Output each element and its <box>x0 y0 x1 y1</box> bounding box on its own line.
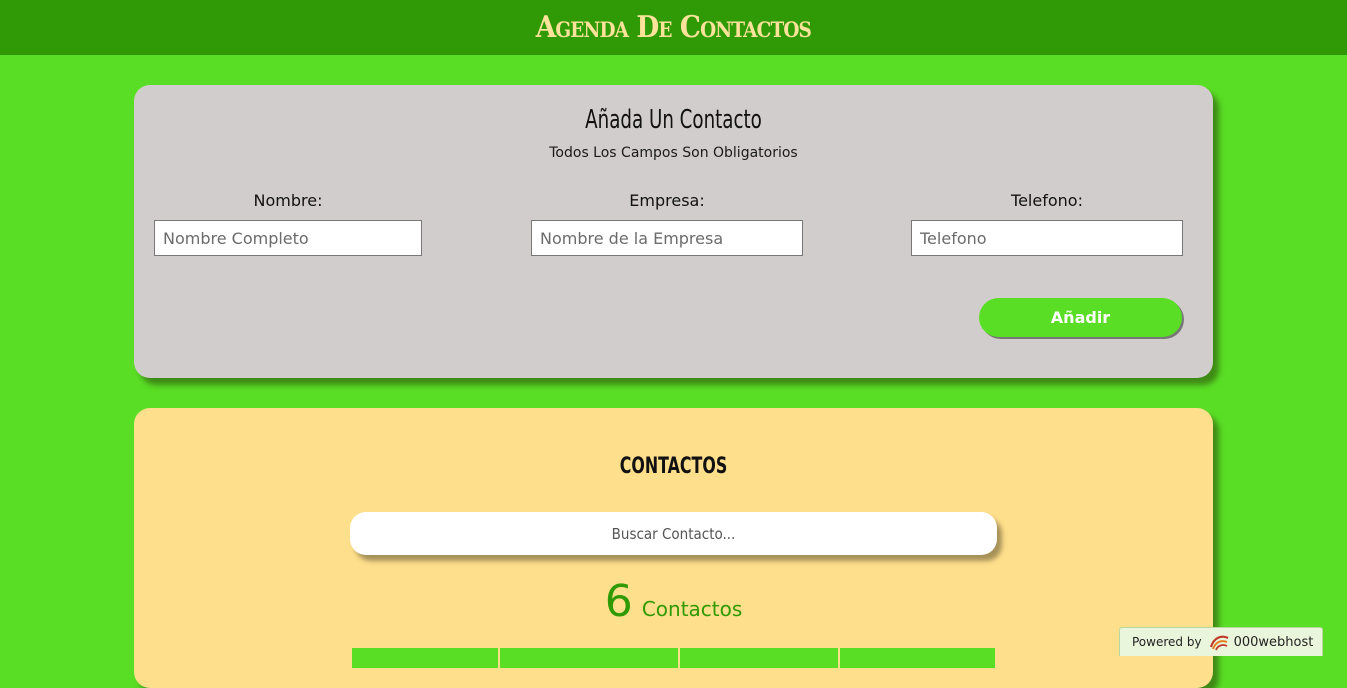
add-contact-card: Añada Un Contacto Todos Los Campos Son O… <box>134 85 1213 378</box>
top-header: Agenda De Contactos <box>0 0 1347 55</box>
name-input[interactable] <box>154 220 422 256</box>
form-subtitle: Todos Los Campos Son Obligatorios <box>549 145 798 161</box>
contact-count: 6 Contactos <box>134 576 1213 627</box>
000webhost-logo-icon <box>1209 635 1229 651</box>
table-header-cell <box>840 648 995 668</box>
powered-by-brand: 000webhost <box>1233 634 1314 650</box>
name-label: Nombre: <box>253 191 323 210</box>
company-input[interactable] <box>531 220 803 256</box>
name-field-group: Nombre: <box>154 191 422 256</box>
company-field-group: Empresa: <box>531 191 803 256</box>
form-title: Añada Un Contacto <box>585 105 762 135</box>
company-label: Empresa: <box>629 191 705 210</box>
table-header-cell <box>352 648 498 668</box>
add-contact-button[interactable]: Añadir <box>979 298 1182 337</box>
table-header-cell <box>680 648 838 668</box>
contact-count-number: 6 <box>604 576 633 627</box>
contacts-card: CONTACTOS 6 Contactos <box>134 408 1213 688</box>
phone-label: Telefono: <box>1011 191 1083 210</box>
phone-input[interactable] <box>911 220 1183 256</box>
powered-by-text: Powered by <box>1132 635 1202 649</box>
powered-by-badge[interactable]: Powered by 000webhost <box>1119 627 1323 656</box>
app-title: Agenda De Contactos <box>535 10 812 45</box>
table-header-cell <box>500 648 678 668</box>
contact-search-input[interactable] <box>350 512 997 555</box>
contacts-table-header <box>352 648 997 668</box>
phone-field-group: Telefono: <box>911 191 1183 256</box>
contacts-title: CONTACTOS <box>619 454 728 479</box>
contact-count-label: Contactos <box>641 597 743 621</box>
